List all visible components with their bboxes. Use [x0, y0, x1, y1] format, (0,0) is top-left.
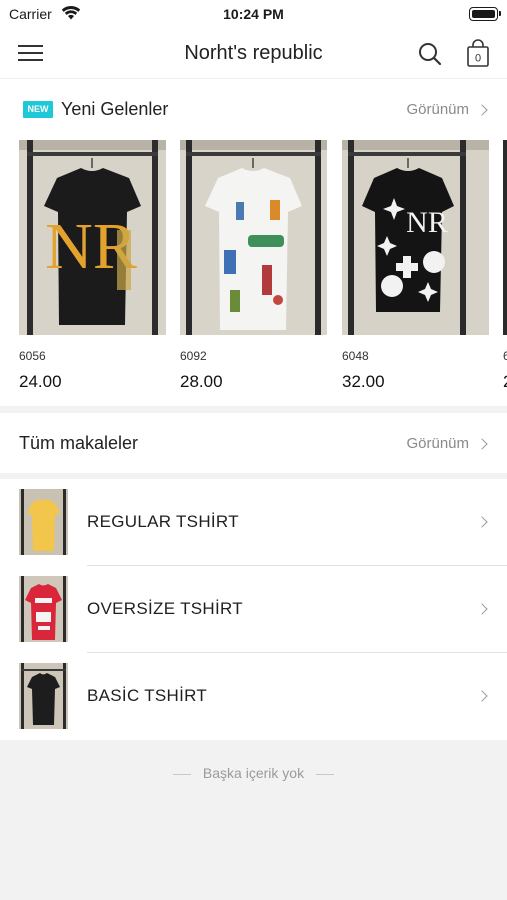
no-more-content-text: Başka içerik yok [202, 765, 305, 781]
new-badge: NEW [23, 101, 53, 118]
product-price: 32.00 [342, 372, 385, 391]
category-thumbnail [19, 576, 68, 642]
battery-icon [469, 7, 501, 21]
product-image [503, 140, 507, 335]
product-carousel[interactable]: NR 6056 24.00 6092 28.00 NR 6048 32.00 6 [0, 140, 507, 400]
divider-line [316, 773, 335, 775]
product-card[interactable]: 6 2 [503, 140, 507, 392]
new-arrivals-section: NEW Yeni Gelenler Görünüm NR 6056 24.00 … [0, 79, 507, 406]
category-row-oversize[interactable]: OVERSİZE TSHİRT [0, 566, 507, 653]
category-label: REGULAR TSHİRT [87, 512, 239, 531]
svg-text:NR: NR [406, 206, 448, 239]
product-price: 2 [503, 372, 507, 392]
all-articles-see-all-link[interactable]: Görünüm [406, 435, 469, 452]
category-list: REGULAR TSHİRT OVERSİZE TSHİRT BASİC TSH… [0, 479, 507, 740]
shopping-bag-icon[interactable]: 0 [464, 38, 492, 68]
product-code: 6056 [19, 349, 46, 363]
cart-count: 0 [475, 53, 481, 65]
product-card[interactable]: 6092 28.00 [180, 140, 327, 392]
category-row-basic[interactable]: BASİC TSHİRT [0, 653, 507, 740]
product-code: 6092 [180, 349, 207, 363]
category-row-regular[interactable]: REGULAR TSHİRT [0, 479, 507, 566]
search-icon[interactable] [416, 40, 444, 68]
new-arrivals-see-all-link[interactable]: Görünüm [406, 101, 469, 118]
product-image: NR [342, 140, 489, 335]
all-articles-title: Tüm makaleler [19, 433, 139, 453]
chevron-right-icon [476, 690, 488, 702]
category-label: OVERSİZE TSHİRT [87, 599, 243, 618]
chevron-right-icon [476, 603, 488, 615]
product-image [180, 140, 327, 335]
category-thumbnail [19, 489, 68, 555]
category-thumbnail [19, 663, 68, 729]
status-time: 10:24 PM [223, 6, 284, 22]
new-arrivals-title: Yeni Gelenler [61, 99, 169, 119]
navigation-bar: Norht's republic 0 [0, 30, 507, 78]
product-price: 24.00 [19, 372, 62, 391]
no-more-content-note: Başka içerik yok [0, 765, 507, 781]
all-articles-section[interactable]: Tüm makaleler Görünüm [0, 413, 507, 473]
status-bar: Carrier 10:24 PM [0, 0, 507, 30]
product-card[interactable]: NR 6048 32.00 [342, 140, 489, 392]
chevron-right-icon [476, 104, 488, 116]
chevron-right-icon [476, 516, 488, 528]
chevron-right-icon [476, 438, 488, 450]
category-label: BASİC TSHİRT [87, 686, 208, 705]
product-price: 28.00 [180, 372, 223, 391]
product-code: 6 [503, 349, 507, 363]
product-code: 6048 [342, 349, 369, 363]
product-image: NR [19, 140, 166, 335]
new-arrivals-header: NEW Yeni Gelenler Görünüm [0, 79, 507, 127]
divider-line [172, 773, 191, 775]
product-card[interactable]: NR 6056 24.00 [19, 140, 166, 392]
